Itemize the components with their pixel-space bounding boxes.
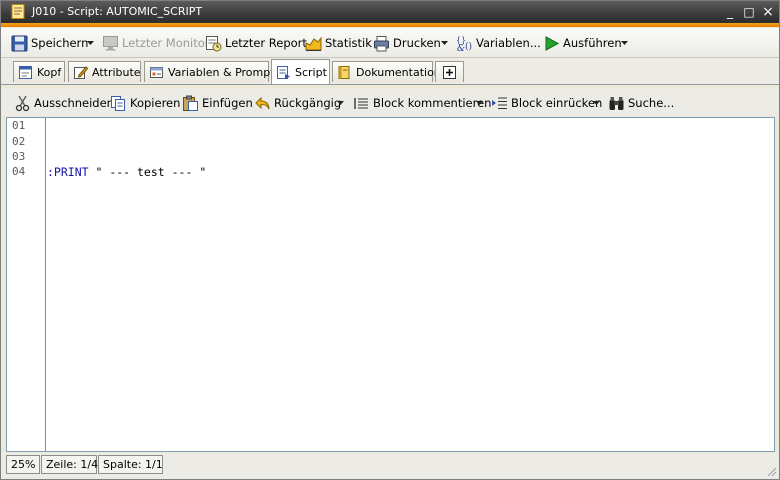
last-report-label: Letzter Report bbox=[225, 36, 307, 50]
save-dropdown-button[interactable] bbox=[85, 33, 95, 53]
print-label: Drucken bbox=[393, 36, 441, 50]
statistics-chart-icon bbox=[305, 36, 322, 51]
variables-label: Variablen... bbox=[476, 36, 541, 50]
line-indicator: Zeile: 1/4 bbox=[41, 455, 98, 474]
paste-label: Einfügen bbox=[202, 96, 253, 110]
line-number: 02 bbox=[12, 135, 26, 148]
paste-button[interactable]: Einfügen bbox=[182, 92, 253, 114]
title-bar: J010 - Script: AUTOMIC_SCRIPT _ □ × bbox=[1, 1, 779, 23]
script-document-icon bbox=[11, 4, 25, 19]
execute-dropdown-button[interactable] bbox=[619, 33, 629, 53]
edit-toolbar: Ausschneiden Kopieren Einfügen Rückgängi… bbox=[1, 88, 779, 116]
tab-label: Dokumentation bbox=[356, 65, 441, 79]
indent-icon bbox=[492, 97, 507, 109]
status-bar: 25% Zeile: 1/4 Spalte: 1/1 bbox=[1, 453, 779, 479]
tab-label: Variablen & Prompts bbox=[168, 65, 281, 79]
undo-button[interactable]: Rückgängig bbox=[254, 92, 341, 114]
tab-label: Attribute bbox=[92, 65, 141, 79]
tab-documentation[interactable]: Dokumentation bbox=[332, 61, 441, 82]
statistics-button[interactable]: Statistik bbox=[305, 32, 372, 54]
variables-prompts-icon bbox=[150, 66, 163, 78]
tab-label: Kopf bbox=[37, 65, 62, 79]
last-report-button[interactable]: Letzter Report bbox=[205, 32, 307, 54]
comment-block-dropdown-button[interactable] bbox=[474, 93, 484, 113]
undo-icon bbox=[255, 96, 270, 109]
line-number: 01 bbox=[12, 119, 26, 132]
chevron-down-icon bbox=[475, 101, 483, 105]
tab-bar: Kopf Attribute Variablen & Prompts Scrip… bbox=[1, 58, 779, 85]
copy-button[interactable]: Kopieren bbox=[110, 92, 180, 114]
floppy-disk-icon bbox=[11, 35, 28, 51]
svg-text:(): () bbox=[465, 41, 472, 52]
chevron-down-icon bbox=[336, 101, 344, 105]
header-icon bbox=[19, 65, 32, 79]
variables-button[interactable]: {} & () Variablen... bbox=[456, 32, 541, 54]
cut-button[interactable]: Ausschneiden bbox=[14, 92, 114, 114]
tab-script[interactable]: Script bbox=[271, 59, 330, 84]
variables-icon: {} & () bbox=[456, 36, 472, 52]
search-button[interactable]: Suche... bbox=[608, 92, 674, 114]
script-window: J010 - Script: AUTOMIC_SCRIPT _ □ × Spei… bbox=[0, 0, 780, 480]
comment-block-button[interactable]: Block kommentieren bbox=[353, 92, 491, 114]
indent-block-label: Block einrücken bbox=[511, 96, 603, 110]
main-toolbar: Speichern Letzter Monitor Letzter Report bbox=[1, 28, 779, 58]
attribute-icon bbox=[74, 65, 88, 79]
minimize-button[interactable]: _ bbox=[722, 4, 738, 20]
tab-add[interactable] bbox=[435, 61, 464, 82]
documentation-icon bbox=[338, 65, 350, 79]
printer-icon bbox=[374, 35, 389, 51]
last-monitor-button[interactable]: Letzter Monitor bbox=[102, 32, 210, 54]
print-dropdown-button[interactable] bbox=[439, 33, 449, 53]
tab-variables-prompts[interactable]: Variablen & Prompts bbox=[144, 61, 280, 82]
clipboard-paste-icon bbox=[183, 95, 198, 111]
print-keyword: :PRINT bbox=[47, 165, 89, 179]
close-button[interactable]: × bbox=[760, 4, 776, 20]
line-number-gutter: 01 02 03 04 bbox=[7, 118, 46, 451]
tab-header[interactable]: Kopf bbox=[13, 61, 65, 82]
play-icon bbox=[545, 35, 560, 51]
save-label: Speichern bbox=[31, 36, 89, 50]
add-tab-icon bbox=[443, 65, 456, 79]
chevron-down-icon bbox=[440, 41, 448, 45]
statistics-label: Statistik bbox=[325, 36, 372, 50]
print-argument: " --- test --- " bbox=[88, 165, 207, 179]
tab-attributes[interactable]: Attribute bbox=[68, 61, 141, 82]
code-line[interactable]: :PRINT " --- test --- " bbox=[47, 165, 206, 179]
column-indicator: Spalte: 1/1 bbox=[98, 455, 163, 474]
scissors-icon bbox=[15, 95, 30, 111]
report-icon bbox=[206, 35, 222, 51]
zoom-indicator: 25% bbox=[6, 455, 40, 474]
execute-button[interactable]: Ausführen bbox=[543, 32, 622, 54]
resize-grip-icon[interactable] bbox=[765, 465, 777, 477]
monitor-icon bbox=[103, 35, 118, 50]
undo-label: Rückgängig bbox=[274, 96, 342, 110]
script-editor[interactable]: 01 02 03 04 :PRINT " --- test --- " bbox=[6, 117, 775, 452]
execute-label: Ausführen bbox=[563, 36, 622, 50]
chevron-down-icon bbox=[86, 41, 94, 45]
accent-bar bbox=[1, 23, 779, 27]
last-monitor-label: Letzter Monitor bbox=[122, 36, 210, 50]
save-button[interactable]: Speichern bbox=[11, 32, 88, 54]
chevron-down-icon bbox=[592, 101, 600, 105]
line-number: 03 bbox=[12, 150, 26, 163]
indent-block-dropdown-button[interactable] bbox=[591, 93, 601, 113]
script-icon bbox=[277, 65, 290, 79]
comment-block-icon bbox=[354, 97, 368, 109]
line-number: 04 bbox=[12, 165, 26, 178]
window-title: J010 - Script: AUTOMIC_SCRIPT bbox=[32, 5, 203, 18]
maximize-button[interactable]: □ bbox=[741, 4, 757, 20]
copy-icon bbox=[111, 95, 125, 111]
search-label: Suche... bbox=[628, 96, 675, 110]
svg-text:&: & bbox=[457, 44, 465, 52]
undo-dropdown-button[interactable] bbox=[335, 93, 345, 113]
cut-label: Ausschneiden bbox=[34, 96, 114, 110]
tab-label: Script bbox=[295, 65, 327, 79]
binoculars-icon bbox=[609, 96, 624, 110]
indent-block-button[interactable]: Block einrücken bbox=[491, 92, 602, 114]
chevron-down-icon bbox=[620, 41, 628, 45]
print-button[interactable]: Drucken bbox=[373, 32, 441, 54]
copy-label: Kopieren bbox=[130, 96, 181, 110]
